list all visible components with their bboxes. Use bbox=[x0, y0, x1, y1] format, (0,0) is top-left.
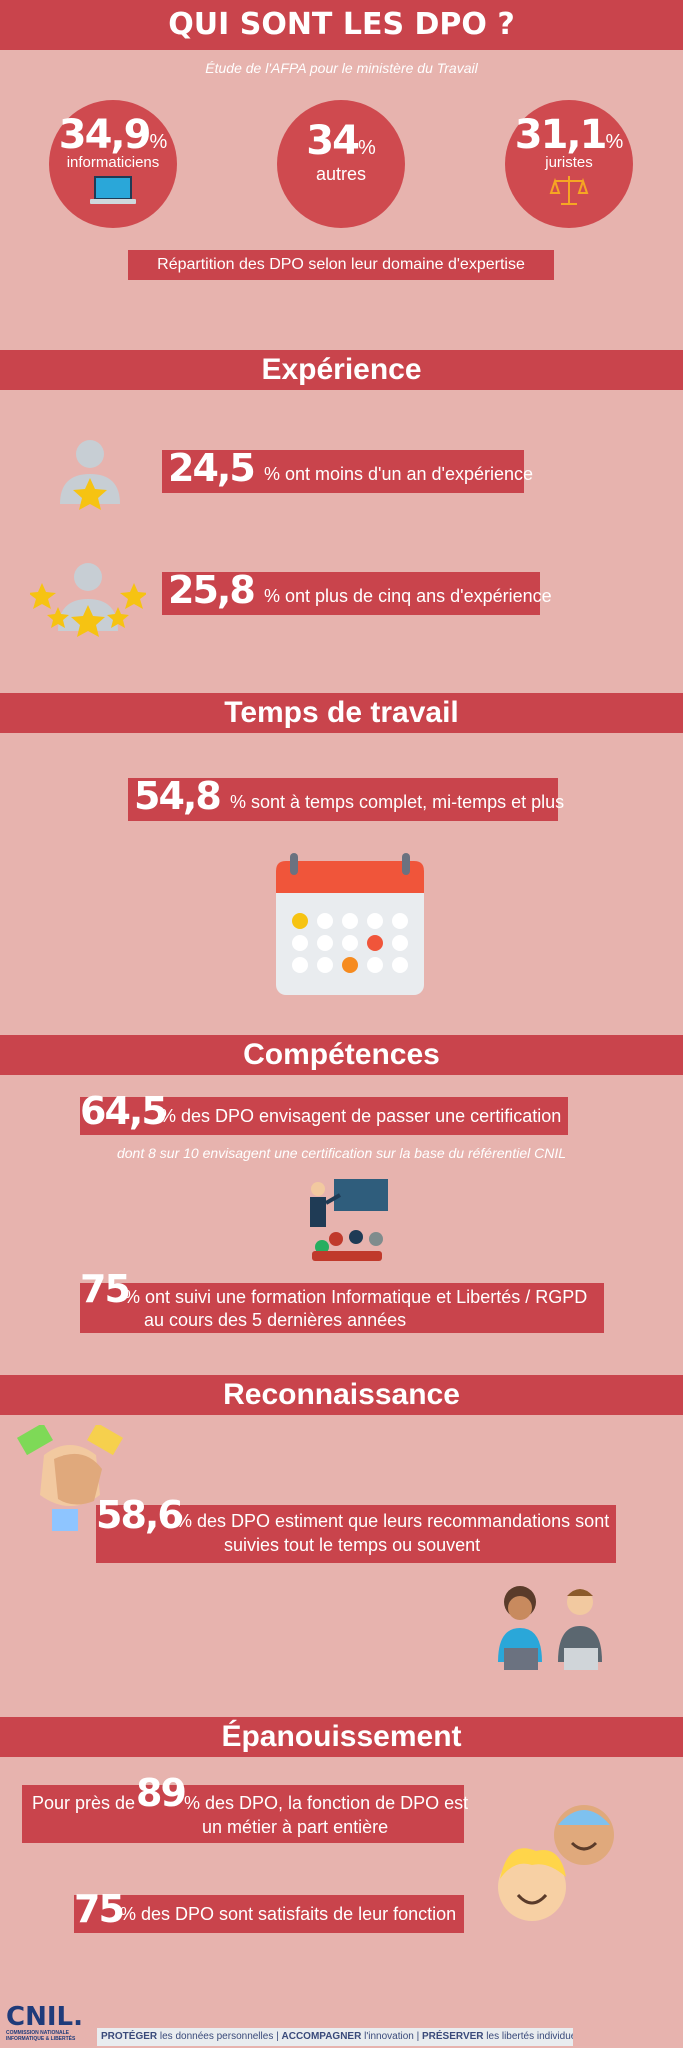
experience-row-2: 25,8 % ont plus de cinq ans d'expérience bbox=[162, 568, 552, 615]
stat-text: % des DPO estiment que leurs recommandat… bbox=[176, 1511, 610, 1531]
certification-row: 64,5 % des DPO envisagent de passer une … bbox=[80, 1089, 568, 1135]
tagline-separator: | bbox=[276, 2031, 279, 2042]
training-row: 75 % ont suivi une formation Informatiqu… bbox=[80, 1267, 604, 1333]
tagline-strong: PRÉSERVER bbox=[422, 2031, 484, 2042]
stat-value: 75 bbox=[80, 1267, 131, 1311]
tagline-rest: les données personnelles bbox=[157, 2031, 274, 2042]
stat-circle-law: 31,1% juristes bbox=[505, 100, 633, 228]
certification-note: dont 8 sur 10 envisagent une certificati… bbox=[116, 1145, 567, 1161]
section-band-experience: Expérience bbox=[0, 350, 683, 390]
section-title: Expérience bbox=[261, 353, 422, 386]
people-laptops-icon bbox=[498, 1586, 602, 1670]
footer: CNIL. COMMISSION NATIONALE INFORMATIQUE … bbox=[0, 1998, 683, 2048]
stat-value: 25,8 bbox=[168, 568, 256, 612]
section-band-fulfilment: Épanouissement bbox=[0, 1717, 683, 1757]
stat-text-2: suivies tout le temps ou souvent bbox=[224, 1535, 481, 1555]
stat-text: % des DPO envisagent de passer une certi… bbox=[160, 1106, 562, 1126]
section-title: Reconnaissance bbox=[223, 1378, 460, 1411]
satisfaction-row: 75 % des DPO sont satisfaits de leur fon… bbox=[74, 1887, 464, 1933]
section-title: Épanouissement bbox=[221, 1720, 462, 1753]
subtitle: Étude de l'AFPA pour le ministère du Tra… bbox=[205, 60, 478, 76]
section-band-recognition: Reconnaissance bbox=[0, 1375, 683, 1415]
work-time-row: 54,8 % sont à temps complet, mi-temps et… bbox=[128, 774, 564, 821]
domains-caption: Répartition des DPO selon leur domaine d… bbox=[128, 250, 554, 280]
cnil-logo: CNIL. COMMISSION NATIONALE INFORMATIQUE … bbox=[6, 2004, 92, 2042]
stat-value: 89 bbox=[136, 1771, 187, 1815]
tagline-rest: les libertés individuelles bbox=[486, 2031, 573, 2042]
stat-value: 75 bbox=[74, 1887, 125, 1931]
stat-label: informaticiens bbox=[66, 154, 160, 171]
stat-text: % sont à temps complet, mi-temps et plus bbox=[230, 792, 565, 812]
person-one-star-icon bbox=[60, 440, 120, 510]
tagline-strong: PROTÉGER bbox=[101, 2031, 158, 2042]
page-title: QUI SONT LES DPO ? bbox=[168, 7, 515, 42]
section-band-skills: Compétences bbox=[0, 1035, 683, 1075]
stat-text: % des DPO, la fonction de DPO est bbox=[184, 1793, 469, 1813]
logo-sub: INFORMATIQUE & LIBERTÉS bbox=[6, 2036, 76, 2042]
stat-value: 34,9 bbox=[58, 112, 152, 158]
section-title: Temps de travail bbox=[224, 696, 459, 729]
stat-text-2: au cours des 5 dernières années bbox=[144, 1310, 407, 1330]
section-title: Compétences bbox=[243, 1038, 440, 1071]
calendar-icon bbox=[276, 853, 424, 995]
stat-text: % ont suivi une formation Informatique e… bbox=[124, 1287, 588, 1307]
laptop-icon bbox=[90, 176, 136, 204]
stat-value: 31,1 bbox=[514, 112, 608, 158]
stat-text-2: un métier à part entière bbox=[202, 1817, 389, 1837]
stat-value: 34 bbox=[306, 118, 360, 164]
scales-icon bbox=[549, 176, 589, 205]
stat-label: autres bbox=[315, 164, 367, 184]
stat-text: % ont moins d'un an d'expérience bbox=[264, 464, 534, 484]
stat-value: 64,5 bbox=[80, 1089, 168, 1133]
stat-text: % ont plus de cinq ans d'expérience bbox=[264, 586, 552, 606]
stat-value: 54,8 bbox=[134, 774, 222, 818]
tagline-separator: | bbox=[416, 2031, 420, 2042]
stat-value: 58,6 bbox=[96, 1493, 184, 1537]
logo-text: CNIL. bbox=[6, 2002, 83, 2032]
classroom-icon bbox=[310, 1179, 388, 1261]
title-band: QUI SONT LES DPO ? bbox=[0, 0, 683, 50]
stat-circle-it: 34,9% informaticiens bbox=[49, 100, 177, 228]
tagline-rest: l'innovation bbox=[361, 2031, 414, 2042]
recognition-row: 58,6 % des DPO estiment que leurs recomm… bbox=[96, 1493, 616, 1563]
smiling-faces-icon bbox=[498, 1805, 614, 1921]
stat-value: 24,5 bbox=[168, 446, 256, 490]
tagline-bar: PROTÉGER les données personnelles | ACCO… bbox=[97, 2028, 573, 2046]
stat-unit: % bbox=[605, 131, 624, 153]
stat-prefix: Pour près de bbox=[32, 1793, 136, 1813]
stat-unit: % bbox=[149, 131, 168, 153]
experience-row-1: 24,5 % ont moins d'un an d'expérience bbox=[162, 446, 533, 493]
tagline-strong: ACCOMPAGNER bbox=[281, 2031, 362, 2042]
section-band-work-time: Temps de travail bbox=[0, 693, 683, 733]
stat-circle-other: 34% autres bbox=[277, 100, 405, 228]
stat-text: % des DPO sont satisfaits de leur foncti… bbox=[120, 1904, 457, 1924]
fulfilment-row: Pour près de 89 % des DPO, la fonction d… bbox=[22, 1771, 468, 1843]
person-many-stars-icon bbox=[30, 563, 146, 637]
stat-unit: % bbox=[357, 137, 376, 159]
